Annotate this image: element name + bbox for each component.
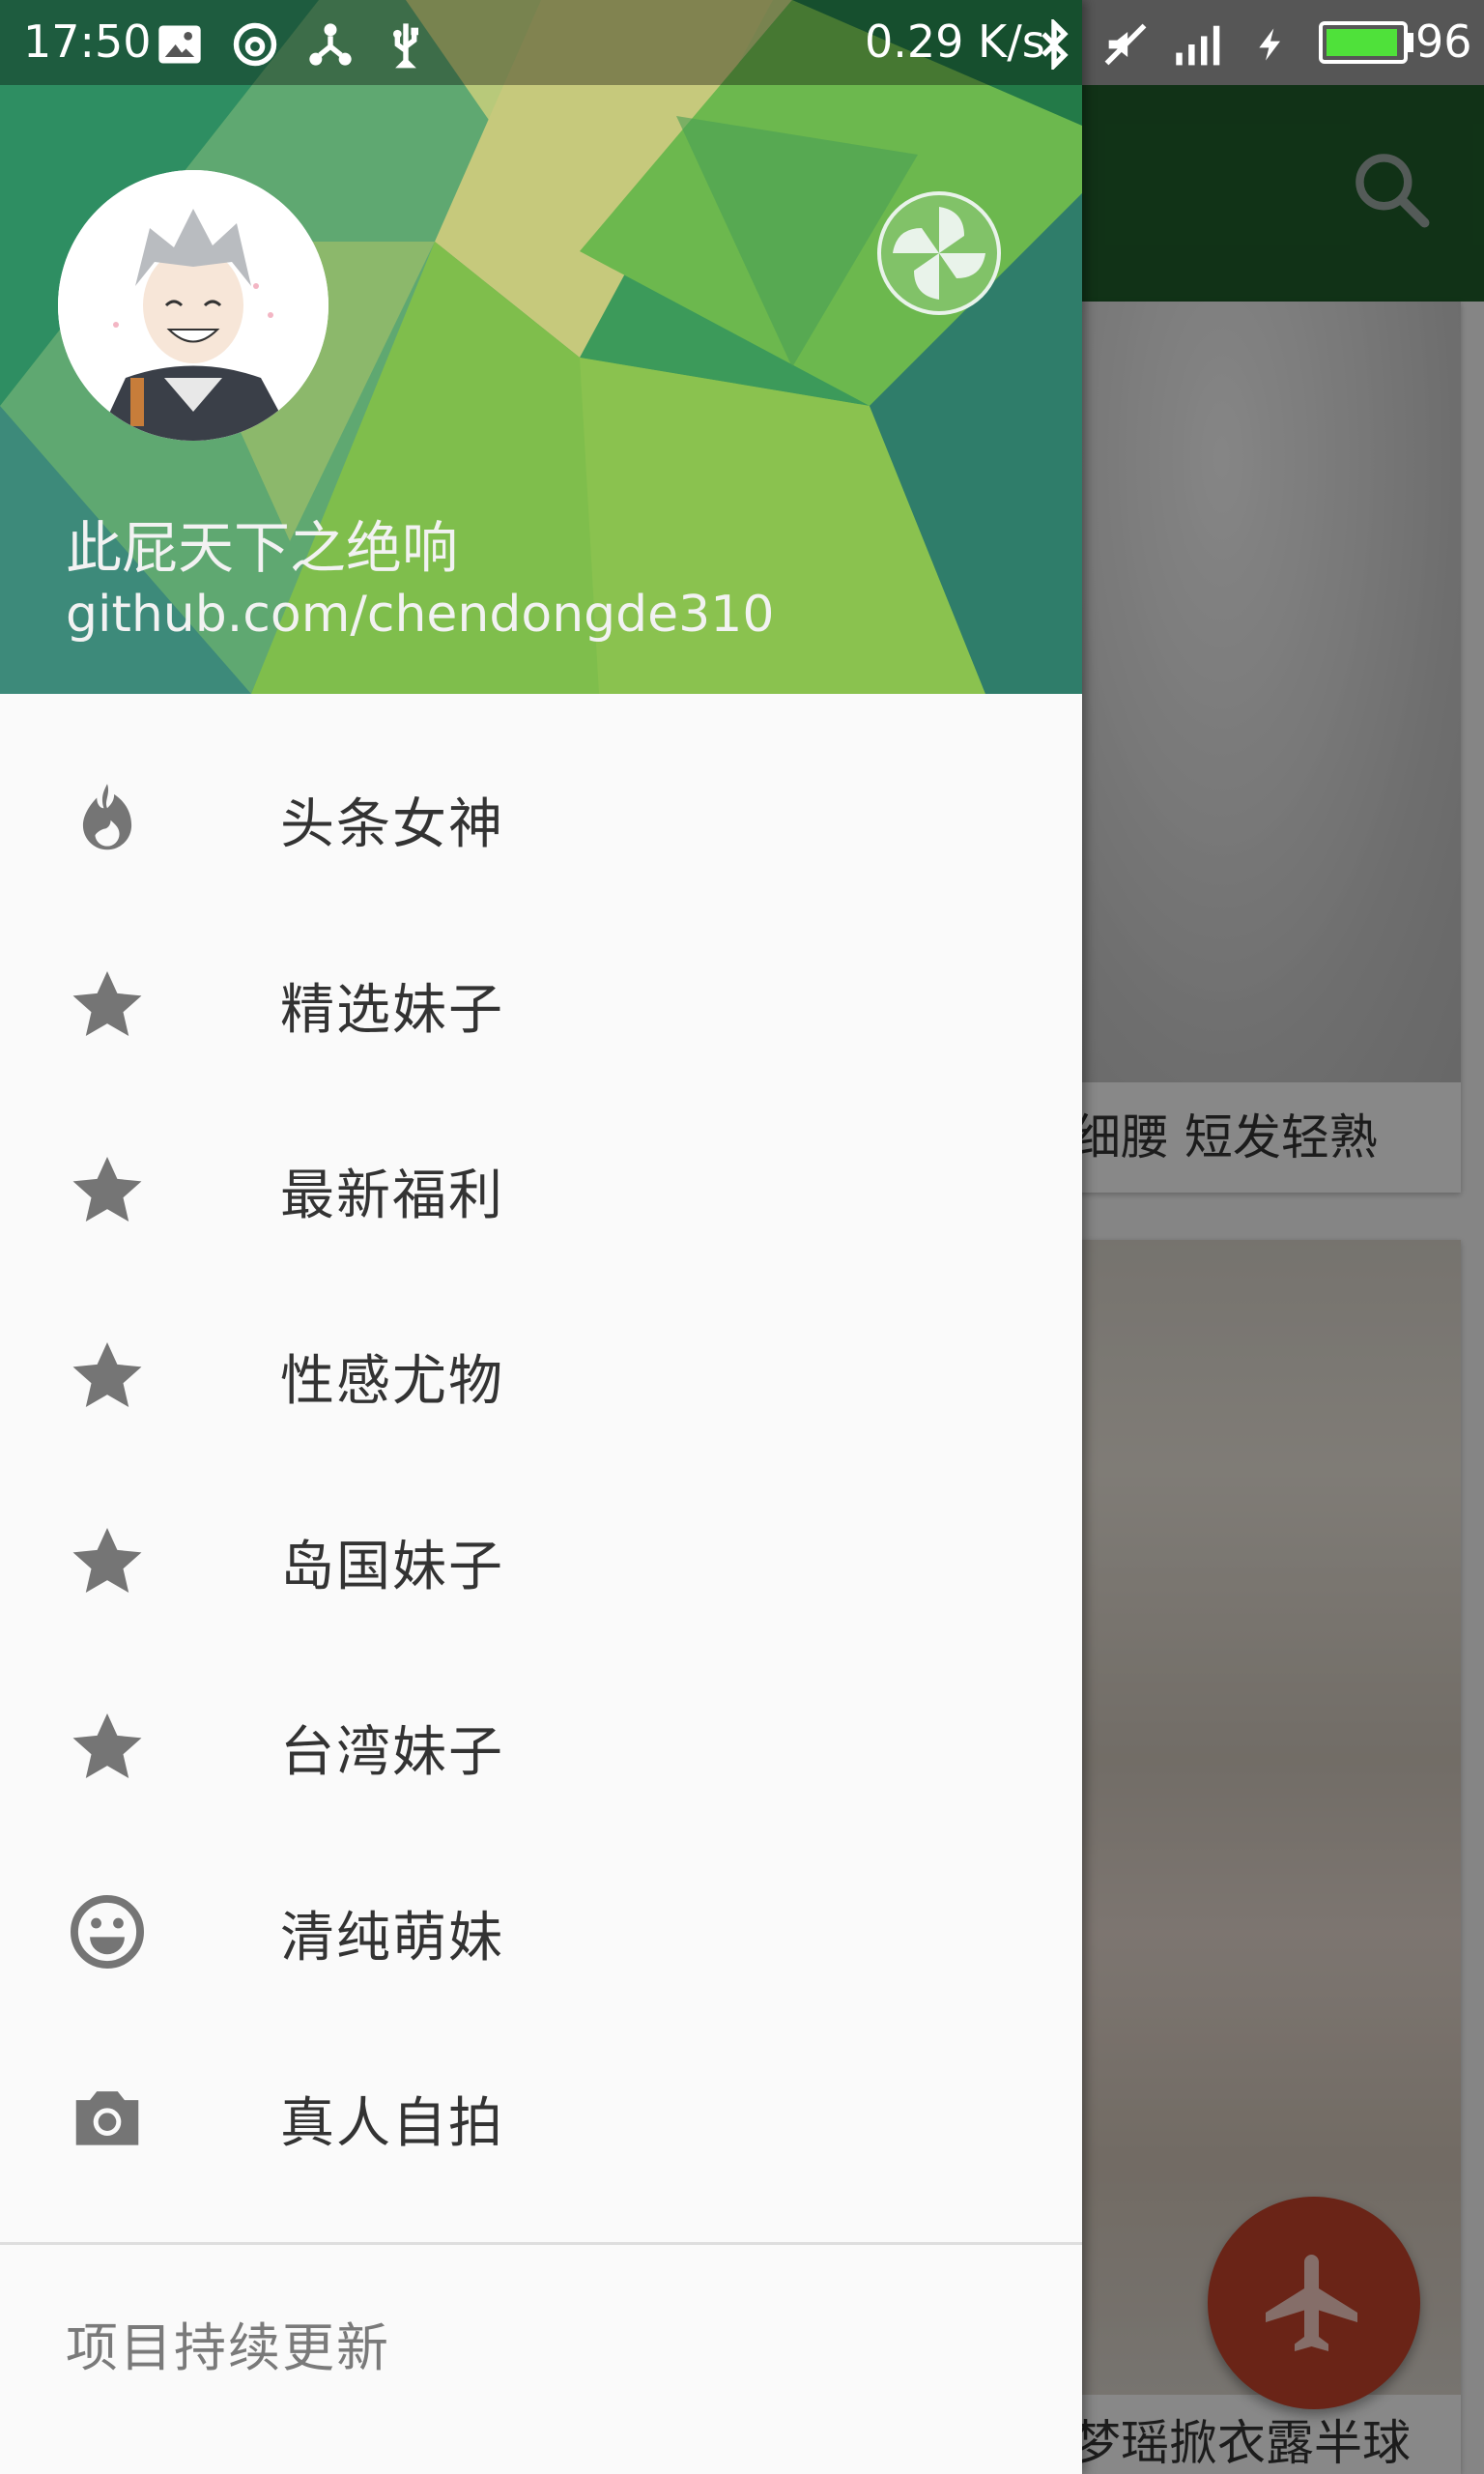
menu-item-featured[interactable]: 精选妹子 <box>0 910 1082 1096</box>
user-avatar[interactable] <box>58 170 328 441</box>
menu-item-label: 台湾妹子 <box>280 1721 504 1784</box>
menu-item-label: 头条女神 <box>280 793 504 856</box>
menu-item-latest[interactable]: 最新福利 <box>0 1096 1082 1281</box>
signal-4g-icon <box>1172 19 1230 73</box>
usb-icon <box>381 19 431 70</box>
battery-cap <box>1408 33 1413 52</box>
user-github-link[interactable]: github.com/chendongde310 <box>66 586 774 644</box>
charging-icon <box>1251 19 1290 73</box>
drawer-menu: 头条女神 精选妹子 最新福利 性感尤物 岛国妹子 台湾妹子 清纯萌妹 真人自拍 <box>0 725 1082 2209</box>
menu-item-label: 清纯萌妹 <box>280 1907 504 1970</box>
menu-item-label: 真人自拍 <box>280 2092 504 2155</box>
bluetooth-icon <box>1029 16 1079 73</box>
star-icon <box>66 963 149 1046</box>
status-bar: 17:50 0.29 K/s 96 <box>0 0 1484 85</box>
star-icon <box>66 1705 149 1788</box>
share-node-icon <box>305 19 356 70</box>
mute-icon <box>1100 19 1151 73</box>
pinwheel-icon[interactable] <box>875 189 1003 317</box>
netease-music-icon <box>230 19 280 70</box>
menu-item-taiwan[interactable]: 台湾妹子 <box>0 1653 1082 1838</box>
battery-percent: 96 <box>1415 15 1472 68</box>
camera-icon <box>66 2076 149 2159</box>
image-notification-icon <box>155 19 205 70</box>
navigation-drawer: 此屁天下之绝响 github.com/chendongde310 头条女神 精选… <box>0 0 1082 2474</box>
star-icon <box>66 1519 149 1602</box>
status-time: 17:50 <box>23 15 152 68</box>
drawer-footer-text: 项目持续更新 <box>66 2317 390 2378</box>
menu-item-selfie[interactable]: 真人自拍 <box>0 2024 1082 2209</box>
smiley-icon <box>66 1890 149 1973</box>
battery-level-fill <box>1327 29 1397 56</box>
star-icon <box>66 1334 149 1417</box>
menu-item-label: 性感尤物 <box>280 1350 504 1413</box>
menu-item-label: 最新福利 <box>280 1165 504 1227</box>
battery-icon <box>1319 21 1408 64</box>
star-icon <box>66 1148 149 1231</box>
menu-item-headline-goddess[interactable]: 头条女神 <box>0 725 1082 910</box>
menu-item-japan[interactable]: 岛国妹子 <box>0 1467 1082 1653</box>
menu-item-pure-cute[interactable]: 清纯萌妹 <box>0 1838 1082 2024</box>
drawer-header: 此屁天下之绝响 github.com/chendongde310 <box>0 0 1082 694</box>
drawer-divider <box>0 2242 1082 2245</box>
menu-item-sexy[interactable]: 性感尤物 <box>0 1281 1082 1467</box>
network-speed: 0.29 K/s <box>865 15 1045 68</box>
menu-item-label: 精选妹子 <box>280 979 504 1042</box>
flame-icon <box>66 777 149 860</box>
user-name: 此屁天下之绝响 <box>66 515 459 581</box>
menu-item-label: 岛国妹子 <box>280 1536 504 1598</box>
